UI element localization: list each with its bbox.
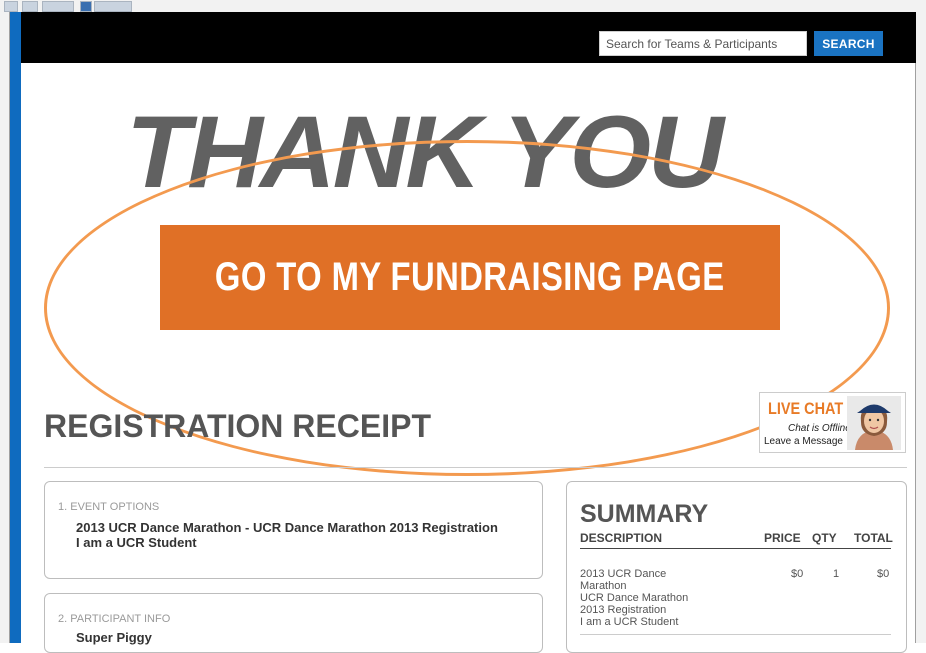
divider (580, 548, 891, 549)
summary-item-total: $0 (877, 568, 890, 580)
divider (580, 634, 891, 635)
summary-title: SUMMARY (580, 500, 709, 528)
participant-info-panel: 2. PARTICIPANT INFO Super Piggy (44, 593, 543, 653)
event-option-line: 2013 UCR Dance Marathon - UCR Dance Mara… (76, 520, 498, 535)
page-side-stripe (10, 12, 21, 643)
summary-item-price: $0 (791, 568, 804, 580)
summary-item-qty: 1 (833, 568, 840, 580)
toolbar-icon[interactable] (80, 1, 92, 12)
live-chat-message-link[interactable]: Leave a Message (764, 436, 843, 447)
divider (44, 467, 907, 468)
description-line: 2013 UCR Dance (580, 568, 667, 580)
column-header-description: DESCRIPTION (580, 531, 663, 545)
toolbar-icon[interactable] (4, 1, 18, 12)
column-header-total: TOTAL (854, 531, 893, 545)
summary-panel: SUMMARY DESCRIPTION PRICE QTY TOTAL 2013… (566, 481, 907, 653)
toolbar-icon[interactable] (42, 1, 74, 12)
section-label: 2. PARTICIPANT INFO (58, 613, 171, 625)
window-border-right (915, 12, 926, 643)
window-border-left (0, 12, 10, 643)
live-chat-title: LIVE CHAT (768, 399, 844, 418)
description-line: I am a UCR Student (580, 616, 679, 628)
description-line: Marathon (580, 580, 627, 592)
description-line: 2013 Registration (580, 604, 667, 616)
live-chat-widget[interactable]: LIVE CHAT Chat is Offline Leave a Messag… (759, 392, 906, 453)
go-to-fundraising-page-button[interactable]: GO TO MY FUNDRAISING PAGE (160, 225, 780, 330)
summary-item-description: 2013 UCR Dance Marathon UCR Dance Marath… (580, 568, 720, 628)
thank-you-heading: THANK YOU (126, 95, 724, 209)
page-title: REGISTRATION RECEIPT (44, 408, 431, 444)
search-input[interactable] (599, 31, 807, 56)
event-option-line: I am a UCR Student (76, 535, 197, 550)
event-options-panel: 1. EVENT OPTIONS 2013 UCR Dance Marathon… (44, 481, 543, 579)
fundraising-button-label: GO TO MY FUNDRAISING PAGE (215, 255, 725, 299)
section-label: 1. EVENT OPTIONS (58, 501, 160, 513)
column-header-price: PRICE (764, 531, 801, 545)
search-button[interactable]: SEARCH (814, 31, 883, 56)
column-header-qty: QTY (812, 531, 837, 545)
toolbar-icon[interactable] (22, 1, 38, 12)
live-chat-status: Chat is Offline (788, 423, 851, 434)
description-line: UCR Dance Marathon (580, 592, 689, 604)
toolbar-icon[interactable] (94, 1, 132, 12)
agent-avatar-icon (847, 396, 901, 450)
